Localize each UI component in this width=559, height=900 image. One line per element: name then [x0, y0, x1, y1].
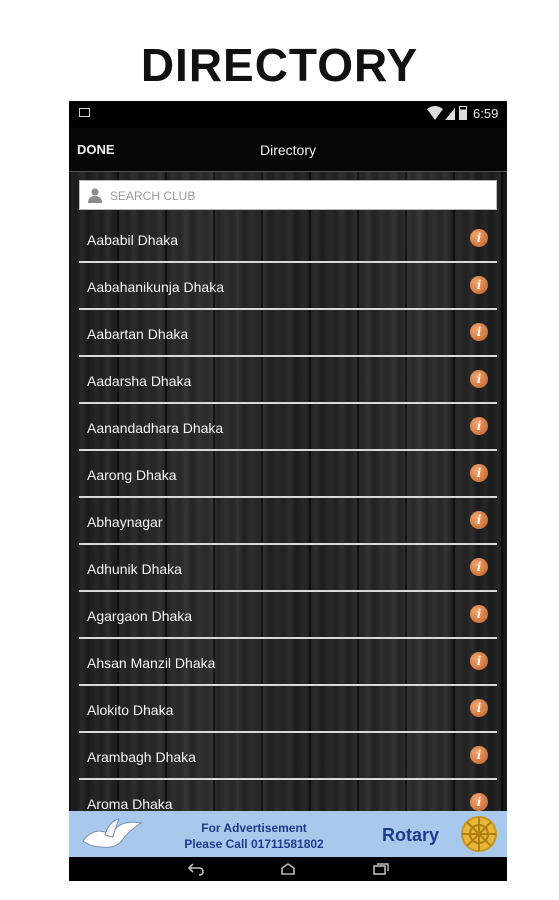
club-directory: Aababil DhakaiAabahanikunja DhakaiAabart…: [69, 172, 507, 811]
club-list-item[interactable]: Aabartan Dhaka i: [69, 310, 507, 357]
info-icon[interactable]: i: [470, 793, 488, 811]
app-bar: DONE Directory: [69, 127, 507, 172]
club-name: Agargaon Dhaka: [87, 608, 193, 624]
club-list-item[interactable]: Abhaynagar i: [69, 498, 507, 545]
club-list-item[interactable]: Arambagh Dhaka i: [69, 733, 507, 780]
club-list-item[interactable]: Aarong Dhaka i: [69, 451, 507, 498]
info-icon[interactable]: i: [470, 605, 488, 623]
battery-icon: [459, 106, 467, 120]
info-icon[interactable]: i: [470, 276, 488, 294]
club-name: Aanandadhara Dhaka: [87, 420, 224, 436]
club-name: Aarong Dhaka: [87, 467, 177, 483]
club-list-item[interactable]: Ahsan Manzil Dhaka i: [69, 639, 507, 686]
screen-title: Directory: [259, 142, 316, 158]
advertisement-banner[interactable]: For Advertisement Please Call 0171158180…: [69, 811, 507, 857]
club-name: Aroma Dhaka: [87, 796, 173, 811]
club-name: Aadarsha Dhaka: [87, 373, 192, 389]
club-list: Aababil Dhaka i Aabahanikunja Dhaka i Aabart…: [69, 216, 507, 811]
club-list-item[interactable]: Adhunik Dhaka i: [69, 545, 507, 592]
navigation-bar: [69, 857, 507, 881]
club-list-item[interactable]: Agargaon Dhaka i: [69, 592, 507, 639]
status-bar: 6:59: [69, 101, 507, 127]
club-name: Ahsan Manzil Dhaka: [87, 655, 216, 671]
wifi-signal-icon: [427, 106, 455, 120]
club-list-item[interactable]: Aababil Dhaka i: [69, 216, 507, 263]
club-name: Adhunik Dhaka: [87, 561, 182, 577]
info-icon[interactable]: i: [470, 652, 488, 670]
picture-notification-icon: [79, 108, 90, 117]
club-list-item[interactable]: Aroma Dhaka i: [69, 780, 507, 811]
rotary-brand: Rotary: [382, 825, 440, 845]
club-name: Alokito Dhaka: [87, 702, 174, 718]
search-bar[interactable]: [79, 180, 497, 210]
club-list-item[interactable]: Alokito Dhaka i: [69, 686, 507, 733]
club-name: Aababil Dhaka: [87, 232, 179, 248]
user-icon: [88, 188, 102, 203]
club-list-item[interactable]: Aadarsha Dhaka i: [69, 357, 507, 404]
club-name: Arambagh Dhaka: [87, 749, 196, 765]
recents-icon[interactable]: [372, 862, 390, 876]
home-icon[interactable]: [279, 862, 297, 876]
info-icon[interactable]: i: [470, 511, 488, 529]
info-icon[interactable]: i: [470, 464, 488, 482]
info-icon[interactable]: i: [470, 417, 488, 435]
club-list-item[interactable]: Aanandadhara Dhaka i: [69, 404, 507, 451]
info-icon[interactable]: i: [470, 699, 488, 717]
phone-screen: 6:59 DONE Directory Aababil DhakaiAabaha…: [69, 101, 507, 881]
back-icon[interactable]: [187, 862, 205, 876]
info-icon[interactable]: i: [470, 370, 488, 388]
info-icon[interactable]: i: [470, 229, 488, 247]
club-name: Aabartan Dhaka: [87, 326, 189, 342]
club-list-item[interactable]: Aabahanikunja Dhaka i: [69, 263, 507, 310]
status-time: 6:59: [473, 106, 499, 121]
page-heading: DIRECTORY: [140, 39, 419, 91]
search-input[interactable]: [108, 185, 492, 207]
club-name: Abhaynagar: [87, 514, 163, 530]
info-icon[interactable]: i: [470, 323, 488, 341]
club-name: Aabahanikunja Dhaka: [87, 279, 224, 295]
info-icon[interactable]: i: [470, 746, 488, 764]
info-icon[interactable]: i: [470, 558, 488, 576]
rotary-wheel-icon: [461, 816, 497, 852]
